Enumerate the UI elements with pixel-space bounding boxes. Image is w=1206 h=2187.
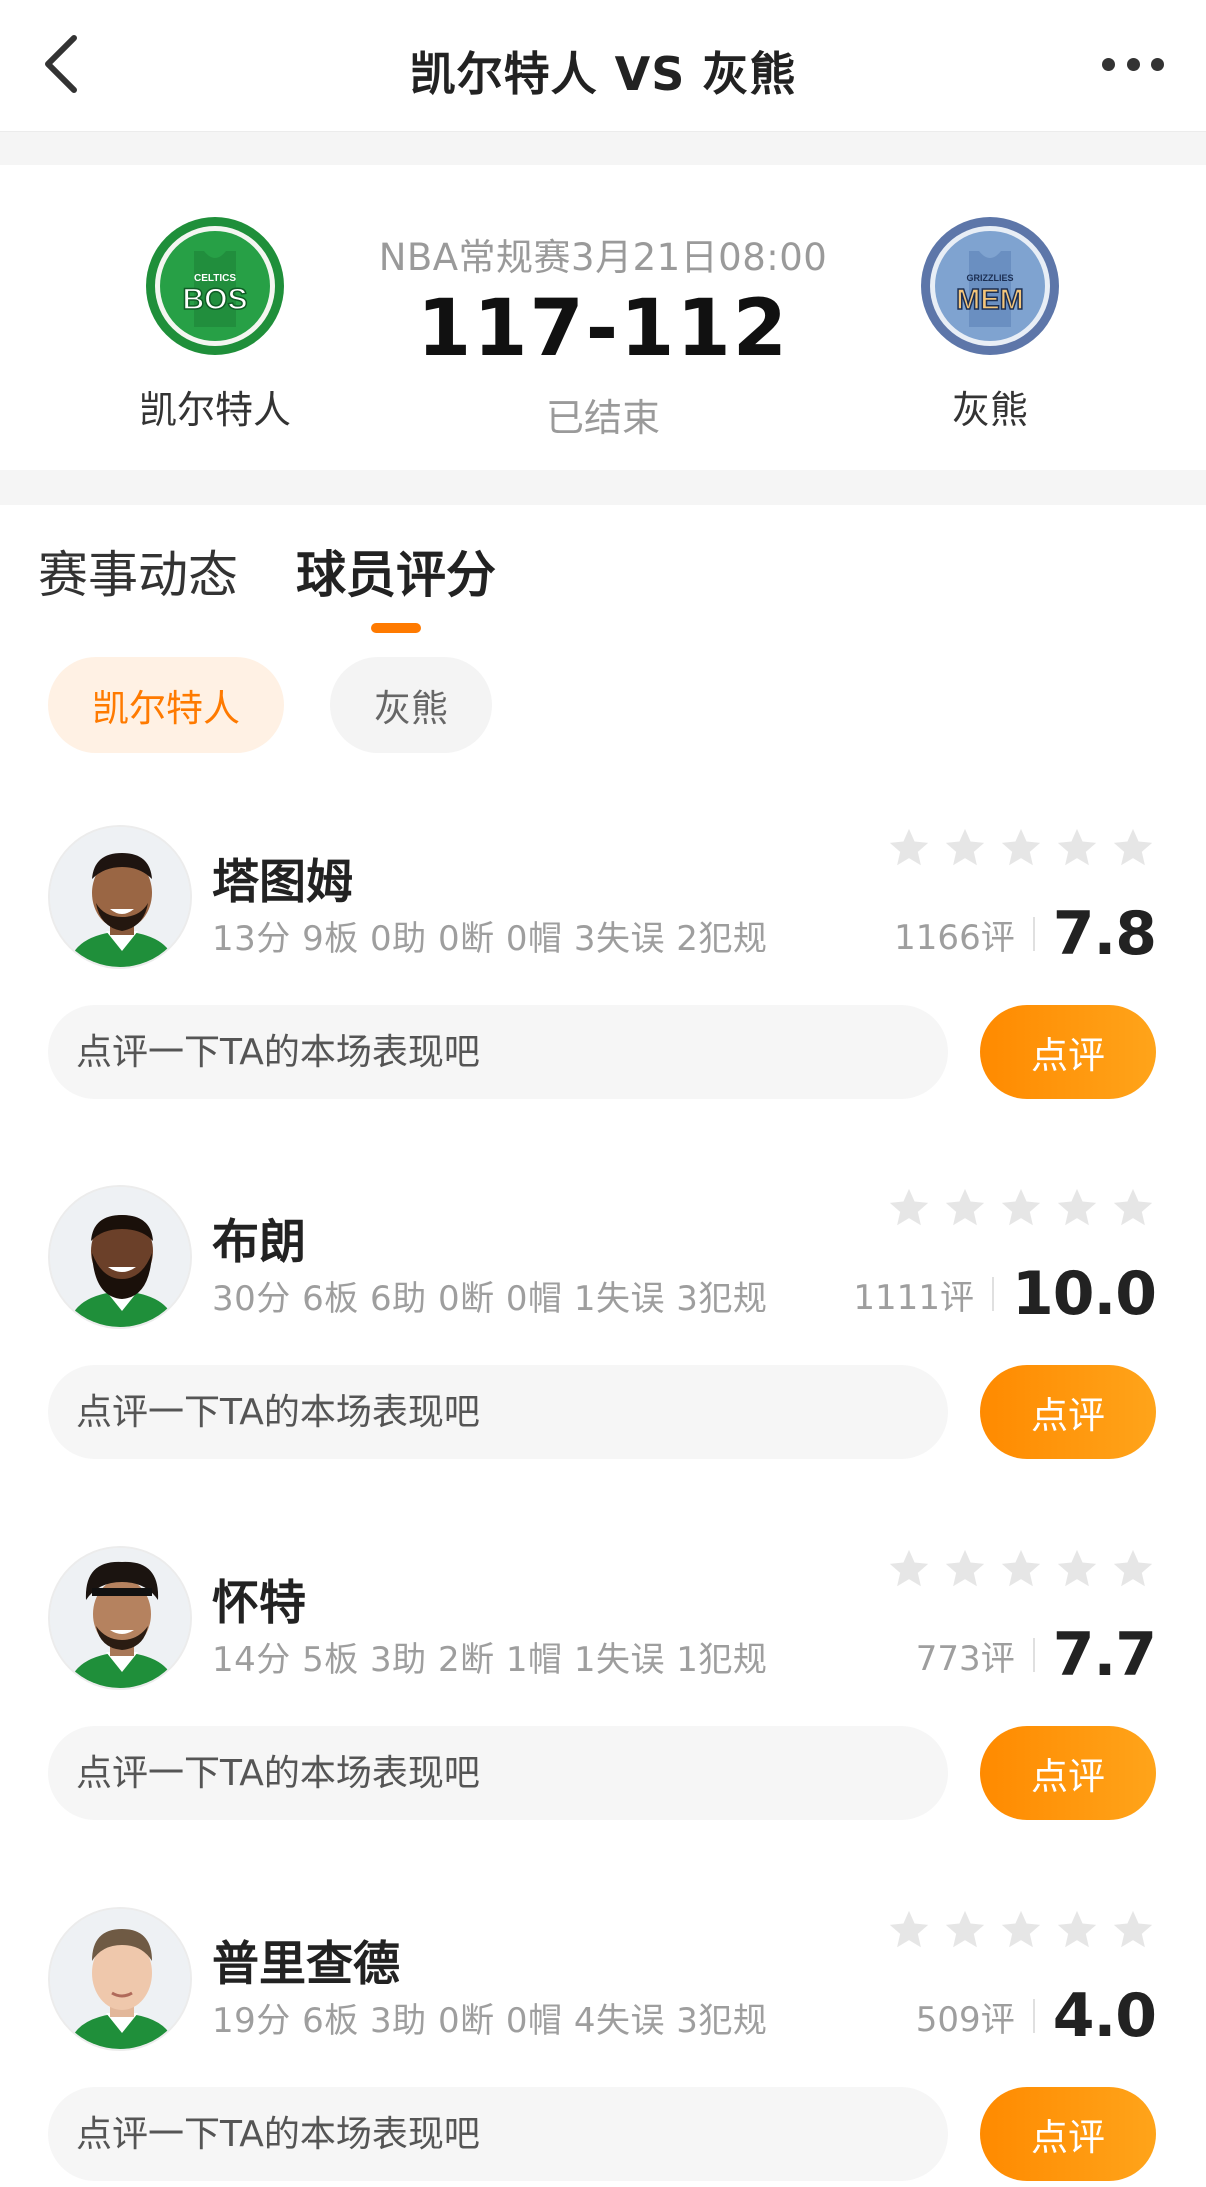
ellipsis-icon xyxy=(1102,58,1115,71)
star-icon[interactable] xyxy=(1054,825,1100,871)
rating-summary: 1111评 10.0 xyxy=(853,1259,1157,1329)
player-name: 布朗 xyxy=(212,1215,306,1270)
player-row: 普里查德 19分 6板 3助 0断 0帽 4失误 3犯规 509评 4.0 点评 xyxy=(0,1907,1206,2187)
page-title: 凯尔特人 VS 灰熊 xyxy=(409,47,797,101)
tab-match-events[interactable]: 赛事动态 xyxy=(38,535,238,627)
star-rating-input[interactable] xyxy=(876,1185,1156,1231)
player-row: 布朗 30分 6板 6助 0断 0帽 1失误 3犯规 1111评 10.0 点评 xyxy=(0,1185,1206,1515)
comment-button[interactable]: 点评 xyxy=(980,1726,1156,1820)
star-icon[interactable] xyxy=(998,1907,1044,1953)
comment-button[interactable]: 点评 xyxy=(980,1005,1156,1099)
star-icon[interactable] xyxy=(1054,1907,1100,1953)
rating-count: 509评 xyxy=(915,1999,1015,2040)
match-summary-card: CELTICS BOS 凯尔特人 NBA常规赛3月21日08:00 117-11… xyxy=(0,165,1206,470)
celtics-logo-icon: CELTICS BOS xyxy=(146,217,284,355)
team-filter-home[interactable]: 凯尔特人 xyxy=(48,657,284,753)
player-stats: 13分 9板 0助 0断 0帽 3失误 2犯规 xyxy=(212,919,768,959)
star-icon[interactable] xyxy=(998,1185,1044,1231)
comment-button[interactable]: 点评 xyxy=(980,1365,1156,1459)
star-icon[interactable] xyxy=(886,1546,932,1592)
comment-button[interactable]: 点评 xyxy=(980,2087,1156,2181)
player-photo-icon xyxy=(50,1909,190,2049)
away-team[interactable]: GRIZZLIES MEM 灰熊 xyxy=(870,215,1110,434)
tab-player-ratings[interactable]: 球员评分 xyxy=(296,535,496,627)
star-icon[interactable] xyxy=(942,1907,988,1953)
player-photo-icon xyxy=(50,1187,190,1327)
team-filter-away[interactable]: 灰熊 xyxy=(330,657,492,753)
star-icon[interactable] xyxy=(1110,1185,1156,1231)
star-icon[interactable] xyxy=(886,825,932,871)
player-photo-icon xyxy=(50,827,190,967)
ratings-panel: 赛事动态 球员评分 凯尔特人 灰熊 塔图姆 13分 9板 0助 0断 0帽 3失… xyxy=(0,505,1206,2187)
star-icon[interactable] xyxy=(942,1546,988,1592)
star-icon[interactable] xyxy=(1110,1546,1156,1592)
svg-text:BOS: BOS xyxy=(182,283,247,316)
svg-text:GRIZZLIES: GRIZZLIES xyxy=(967,273,1014,283)
player-avatar[interactable] xyxy=(48,1907,192,2051)
player-name: 塔图姆 xyxy=(212,855,353,910)
star-rating-input[interactable] xyxy=(876,1546,1156,1592)
rating-count: 773评 xyxy=(915,1638,1015,1679)
player-name: 怀特 xyxy=(212,1576,306,1631)
player-photo-icon xyxy=(50,1548,190,1688)
comment-input[interactable] xyxy=(48,1365,948,1459)
team-filter-group: 凯尔特人 灰熊 xyxy=(48,657,538,753)
player-avatar[interactable] xyxy=(48,1546,192,1690)
match-info: NBA常规赛3月21日08:00 117-112 已结束 xyxy=(300,227,906,442)
star-icon[interactable] xyxy=(886,1185,932,1231)
star-icon[interactable] xyxy=(942,1185,988,1231)
star-icon[interactable] xyxy=(942,825,988,871)
match-score: 117-112 xyxy=(416,284,789,374)
grizzlies-logo-icon: GRIZZLIES MEM xyxy=(921,217,1059,355)
section-divider xyxy=(0,132,1206,165)
divider xyxy=(1032,1638,1035,1672)
player-row: 怀特 14分 5板 3助 2断 1帽 1失误 1犯规 773评 7.7 点评 xyxy=(0,1546,1206,1876)
star-icon[interactable] xyxy=(886,1907,932,1953)
star-icon[interactable] xyxy=(1110,825,1156,871)
player-stats: 14分 5板 3助 2断 1帽 1失误 1犯规 xyxy=(212,1640,768,1680)
rating-count: 1166评 xyxy=(894,917,1015,958)
comment-input[interactable] xyxy=(48,1005,948,1099)
away-team-name: 灰熊 xyxy=(951,388,1028,432)
player-row: 塔图姆 13分 9板 0助 0断 0帽 3失误 2犯规 1166评 7.8 点评 xyxy=(0,825,1206,1155)
player-stats: 30分 6板 6助 0断 0帽 1失误 3犯规 xyxy=(212,1279,768,1319)
player-avatar[interactable] xyxy=(48,1185,192,1329)
top-nav-bar: 凯尔特人 VS 灰熊 xyxy=(0,0,1206,132)
home-team-name: 凯尔特人 xyxy=(138,388,291,432)
rating-score: 4.0 xyxy=(1052,1981,1157,2051)
star-icon[interactable] xyxy=(998,1546,1044,1592)
svg-text:MEM: MEM xyxy=(956,284,1024,316)
rating-count: 1111评 xyxy=(853,1277,974,1318)
divider xyxy=(991,1277,994,1311)
divider xyxy=(1032,917,1035,951)
star-rating-input[interactable] xyxy=(876,1907,1156,1953)
star-rating-input[interactable] xyxy=(876,825,1156,871)
divider xyxy=(1032,1999,1035,2033)
section-divider xyxy=(0,470,1206,505)
rating-summary: 1166评 7.8 xyxy=(894,899,1157,969)
rating-score: 10.0 xyxy=(1011,1259,1157,1329)
match-meta: NBA常规赛3月21日08:00 xyxy=(378,236,828,279)
rating-summary: 509评 4.0 xyxy=(915,1981,1157,2051)
comment-input[interactable] xyxy=(48,2087,948,2181)
comment-input[interactable] xyxy=(48,1726,948,1820)
match-status: 已结束 xyxy=(545,395,660,440)
more-button[interactable] xyxy=(1102,58,1164,72)
player-stats: 19分 6板 3助 0断 0帽 4失误 3犯规 xyxy=(212,2001,768,2041)
star-icon[interactable] xyxy=(1110,1907,1156,1953)
rating-score: 7.7 xyxy=(1052,1620,1157,1690)
player-avatar[interactable] xyxy=(48,825,192,969)
star-icon[interactable] xyxy=(1054,1185,1100,1231)
home-team[interactable]: CELTICS BOS 凯尔特人 xyxy=(95,215,335,434)
rating-score: 7.8 xyxy=(1052,899,1157,969)
tab-bar: 赛事动态 球员评分 xyxy=(38,535,554,627)
star-icon[interactable] xyxy=(1054,1546,1100,1592)
star-icon[interactable] xyxy=(998,825,1044,871)
player-name: 普里查德 xyxy=(212,1937,400,1992)
rating-summary: 773评 7.7 xyxy=(915,1620,1157,1690)
